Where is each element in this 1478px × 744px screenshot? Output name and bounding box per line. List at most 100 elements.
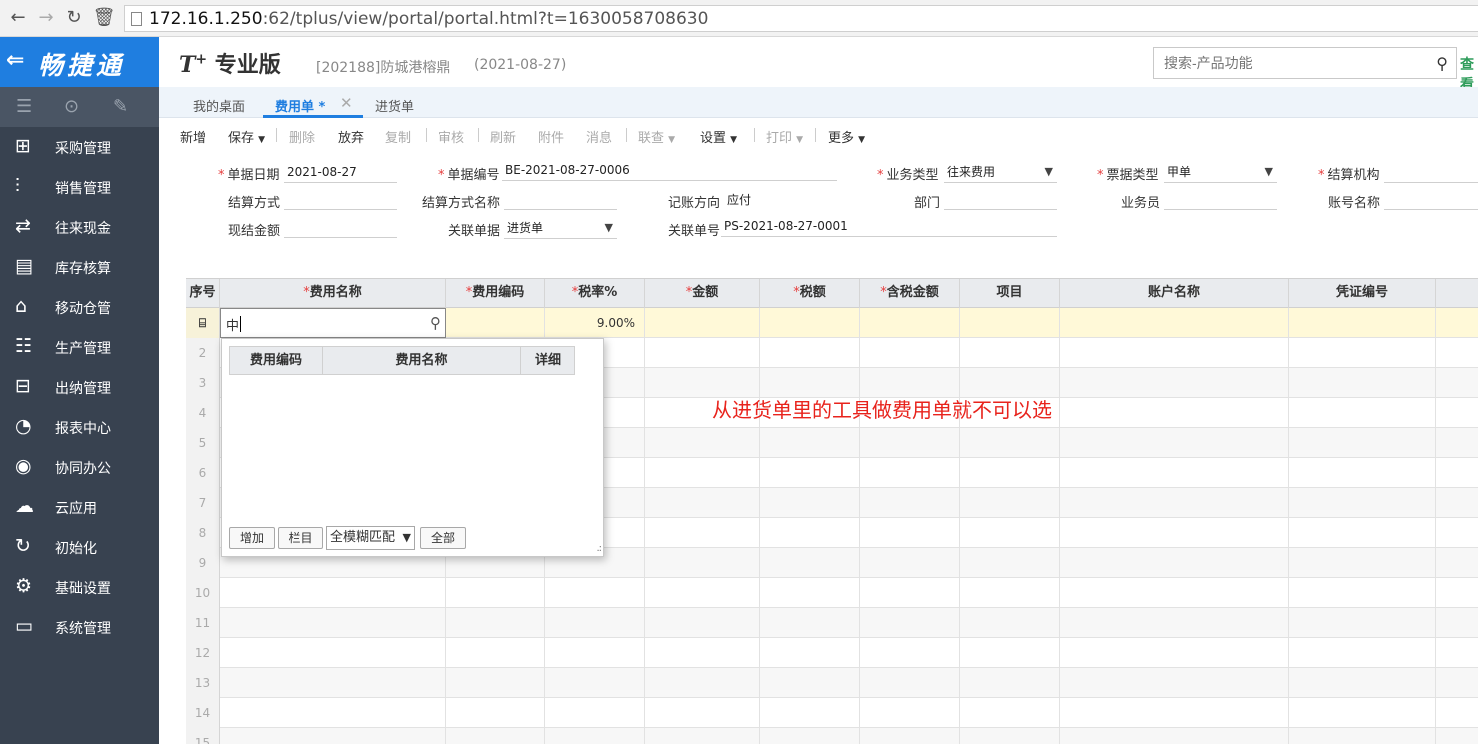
- grid-cell[interactable]: [645, 518, 760, 548]
- grid-cell[interactable]: [1289, 398, 1436, 428]
- grid-cell[interactable]: [220, 578, 446, 608]
- grid-cell[interactable]: [1436, 338, 1478, 368]
- grid-cell[interactable]: [446, 668, 545, 698]
- popup-col-code[interactable]: 费用编码: [230, 347, 323, 374]
- grid-cell[interactable]: [645, 308, 760, 338]
- grid-cell[interactable]: [1289, 608, 1436, 638]
- grid-cell[interactable]: [1436, 638, 1478, 668]
- grid-cell[interactable]: [1289, 548, 1436, 578]
- more-button[interactable]: 更多 ▼: [828, 127, 865, 146]
- grid-cell[interactable]: [1060, 668, 1289, 698]
- sidebar-item[interactable]: ☁ 云应用: [0, 487, 159, 527]
- search-icon[interactable]: ⚲: [1436, 54, 1448, 73]
- close-icon[interactable]: ✕: [340, 94, 353, 112]
- grid-cell[interactable]: [760, 728, 860, 744]
- grid-cell[interactable]: [1436, 668, 1478, 698]
- grid-cell[interactable]: [1289, 428, 1436, 458]
- grid-cell[interactable]: [960, 338, 1060, 368]
- grid-cell[interactable]: [760, 548, 860, 578]
- sidebar-item[interactable]: ⫶ 销售管理: [0, 167, 159, 207]
- grid-cell[interactable]: [1289, 368, 1436, 398]
- grid-cell[interactable]: [860, 338, 960, 368]
- grid-cell[interactable]: [1436, 698, 1478, 728]
- tab-purchase-receipt[interactable]: 进货单: [375, 96, 414, 115]
- table-row[interactable]: 11: [186, 608, 1478, 638]
- grid-cell[interactable]: [1060, 548, 1289, 578]
- grid-cell[interactable]: [1060, 488, 1289, 518]
- table-row[interactable]: 12: [186, 638, 1478, 668]
- trash-icon[interactable]: 🗑: [92, 6, 116, 30]
- grid-cell[interactable]: [1436, 428, 1478, 458]
- grid-cell[interactable]: [1289, 638, 1436, 668]
- expense-name-input[interactable]: 中 ⚲: [220, 308, 446, 338]
- forward-arrow-icon[interactable]: →: [34, 6, 58, 30]
- grid-cell[interactable]: [860, 488, 960, 518]
- grid-cell[interactable]: [645, 638, 760, 668]
- grid-cell[interactable]: [446, 308, 545, 338]
- grid-cell[interactable]: [860, 458, 960, 488]
- grid-cell[interactable]: [1060, 608, 1289, 638]
- grid-cell[interactable]: [1436, 398, 1478, 428]
- grid-cell[interactable]: [960, 608, 1060, 638]
- grid-cell[interactable]: [645, 668, 760, 698]
- grid-cell[interactable]: [860, 668, 960, 698]
- row-edit-icon[interactable]: ⌸: [186, 308, 220, 338]
- grid-cell[interactable]: [545, 638, 645, 668]
- grid-cell[interactable]: [960, 428, 1060, 458]
- popup-col-name[interactable]: 费用名称: [323, 347, 521, 374]
- grid-cell[interactable]: [645, 428, 760, 458]
- menu-icon[interactable]: ☰: [16, 96, 32, 117]
- grid-cell[interactable]: [760, 608, 860, 638]
- attach-button[interactable]: 附件: [538, 127, 564, 146]
- match-mode-select[interactable]: 全模糊匹配 ▼: [326, 526, 415, 550]
- grid-cell[interactable]: [860, 578, 960, 608]
- col-tax-rate[interactable]: *税率%: [545, 279, 645, 308]
- sidebar-item[interactable]: ⌂ 移动仓管: [0, 287, 159, 327]
- grid-cell[interactable]: [760, 518, 860, 548]
- related-doc-select[interactable]: 进货单 ▼: [504, 217, 617, 239]
- sidebar-item[interactable]: ▤ 库存核算: [0, 247, 159, 287]
- all-button[interactable]: 全部: [420, 527, 466, 549]
- grid-cell[interactable]: [1436, 488, 1478, 518]
- grid-cell[interactable]: [645, 698, 760, 728]
- add-button[interactable]: 增加: [229, 527, 275, 549]
- col-owner[interactable]: 归属: [1436, 279, 1478, 308]
- grid-cell[interactable]: [1289, 518, 1436, 548]
- col-expense-code[interactable]: *费用编码: [446, 279, 545, 308]
- grid-cell[interactable]: [960, 728, 1060, 744]
- grid-cell[interactable]: [446, 698, 545, 728]
- grid-cell[interactable]: [1060, 728, 1289, 744]
- grid-cell[interactable]: [760, 458, 860, 488]
- doc-no-field[interactable]: BE-2021-08-27-0006: [502, 159, 837, 181]
- sidebar-item[interactable]: ☷ 生产管理: [0, 327, 159, 367]
- discard-button[interactable]: 放弃: [338, 127, 364, 146]
- grid-cell[interactable]: [1436, 458, 1478, 488]
- save-button[interactable]: 保存 ▼: [228, 127, 265, 146]
- sidebar-item[interactable]: ⊞ 采购管理: [0, 127, 159, 167]
- grid-cell[interactable]: [1060, 428, 1289, 458]
- grid-cell[interactable]: [1060, 398, 1289, 428]
- grid-cell[interactable]: [760, 638, 860, 668]
- link-query-button[interactable]: 联查 ▼: [638, 127, 675, 146]
- grid-cell[interactable]: [446, 728, 545, 744]
- grid-cell[interactable]: [960, 578, 1060, 608]
- search-doc-icon[interactable]: ⊙: [64, 96, 79, 117]
- grid-cell[interactable]: [446, 578, 545, 608]
- grid-cell[interactable]: [1436, 518, 1478, 548]
- grid-cell[interactable]: [220, 608, 446, 638]
- grid-cell[interactable]: [1289, 488, 1436, 518]
- grid-cell[interactable]: [446, 608, 545, 638]
- grid-cell[interactable]: [1289, 578, 1436, 608]
- refresh-button[interactable]: 刷新: [490, 127, 516, 146]
- grid-cell[interactable]: [960, 518, 1060, 548]
- new-button[interactable]: 新增: [180, 127, 206, 146]
- grid-cell[interactable]: [760, 668, 860, 698]
- settle-method-field[interactable]: [284, 188, 397, 210]
- grid-cell[interactable]: [1060, 338, 1289, 368]
- resize-grip-icon[interactable]: .:: [596, 543, 601, 554]
- grid-cell[interactable]: [760, 698, 860, 728]
- col-voucher-no[interactable]: 凭证编号: [1289, 279, 1436, 308]
- grid-cell[interactable]: [960, 458, 1060, 488]
- grid-cell[interactable]: [1060, 638, 1289, 668]
- cash-amount-field[interactable]: [284, 216, 397, 238]
